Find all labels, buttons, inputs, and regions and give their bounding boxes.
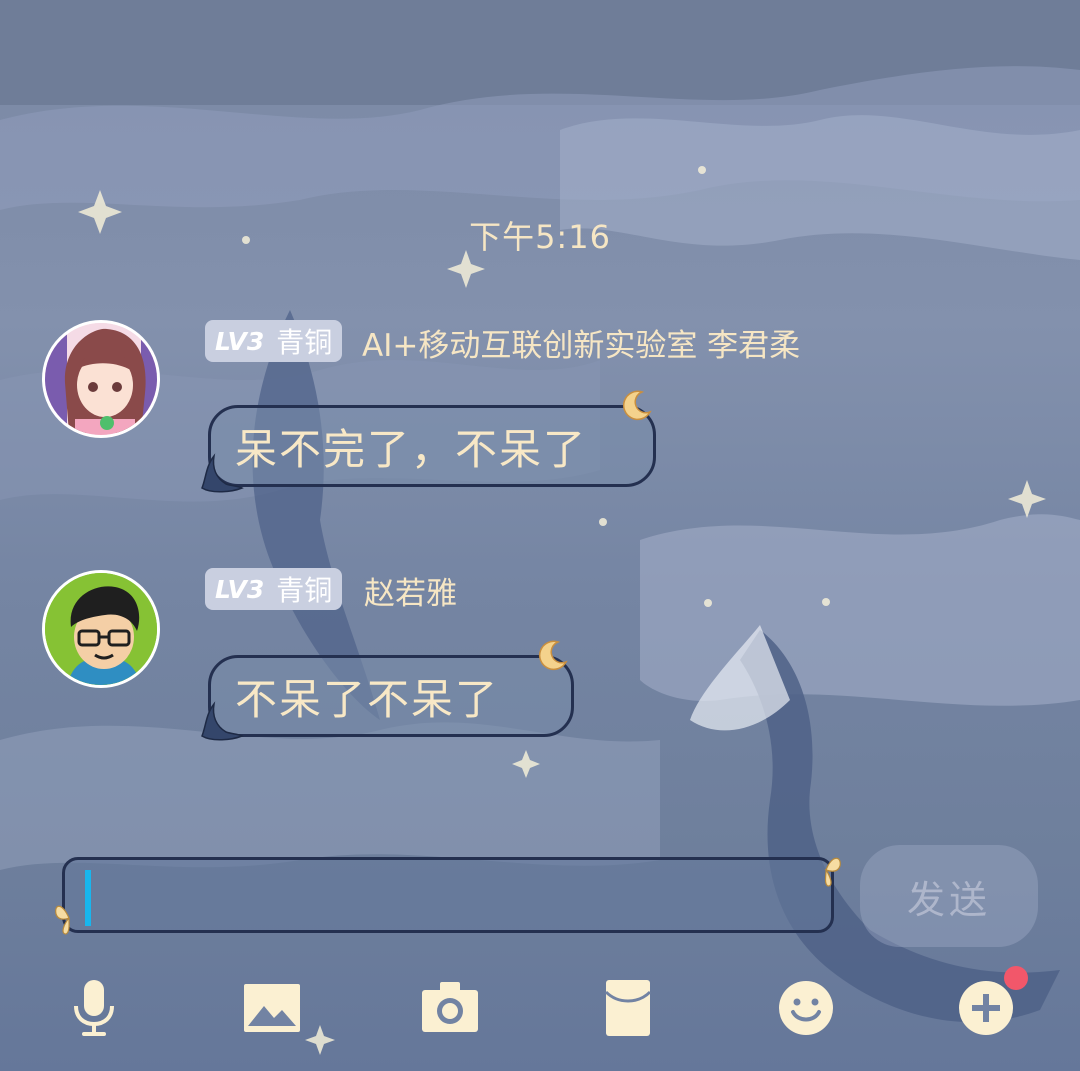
sender-name[interactable]: 赵若雅 <box>364 568 457 613</box>
sender-name[interactable]: AI+移动互联创新实验室 李君柔 <box>362 320 800 365</box>
camera-icon[interactable] <box>420 978 480 1038</box>
plus-icon[interactable] <box>956 978 1016 1038</box>
avatar[interactable] <box>42 570 160 688</box>
send-button[interactable]: 发送 <box>860 845 1038 947</box>
red-packet-icon[interactable] <box>598 978 658 1038</box>
butterfly-icon <box>824 857 841 887</box>
level-label: LV3 <box>215 574 265 604</box>
message-bubble[interactable]: 不呆了不呆了 <box>208 655 574 737</box>
moon-icon <box>538 640 568 671</box>
level-badge: LV3 青铜 <box>205 568 343 610</box>
microphone-icon[interactable] <box>64 978 124 1038</box>
level-badge: LV3 青铜 <box>205 320 343 362</box>
level-label: LV3 <box>215 326 265 356</box>
whale-tail-icon <box>201 701 244 741</box>
butterfly-icon <box>55 905 70 935</box>
avatar[interactable] <box>42 320 160 438</box>
message-input[interactable] <box>62 857 834 933</box>
tier-label: 青铜 <box>276 326 333 359</box>
moon-icon <box>622 390 652 421</box>
tier-label: 青铜 <box>276 574 333 607</box>
message-bubble[interactable]: 呆不完了，不呆了 <box>208 405 656 487</box>
whale-tail-icon <box>201 453 244 493</box>
notification-dot <box>1004 966 1028 990</box>
image-icon[interactable] <box>242 978 302 1038</box>
message-timestamp: 下午5:16 <box>469 218 611 256</box>
emoji-icon[interactable] <box>776 978 836 1038</box>
